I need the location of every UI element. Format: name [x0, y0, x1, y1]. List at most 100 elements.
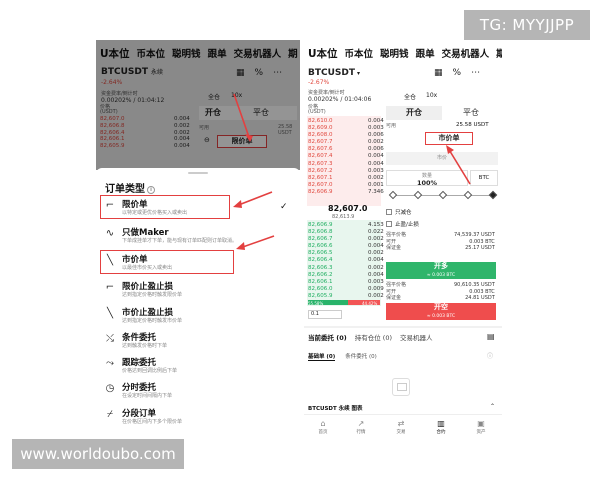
price-change: -2.67%	[308, 79, 330, 86]
right-top-tabs: U本位 币本位 聪明钱 跟单 交易机器人 期	[308, 46, 502, 61]
order-type-conditional[interactable]: ⤯ 条件委托 达到触发价格时下单	[104, 331, 294, 355]
order-tabs: 当前委托 (0) 持有仓位 (0) 交易机器人	[308, 332, 433, 342]
futures-icon: ▥	[437, 419, 445, 428]
empty-doc-icon	[397, 383, 407, 391]
order-type-limit-tpsl[interactable]: ⌐ 限价止盈止损 达到指定价格时触发限价单	[104, 280, 294, 304]
tab-options[interactable]: 期	[496, 46, 502, 61]
limit-tpsl-icon: ⌐	[105, 282, 115, 293]
subtab-basic[interactable]: 基础单 (0)	[308, 352, 336, 361]
subtab-conditional[interactable]: 条件委托 (0)	[345, 352, 377, 361]
more-icon[interactable]: ⋯	[471, 68, 480, 78]
tab-bots[interactable]: 交易机器人	[400, 332, 433, 342]
order-type-market-tpsl[interactable]: ╲ 市价止盈止损 达到指定价格时触发市价单	[104, 306, 294, 330]
arrow-to-dropdown-head	[245, 134, 253, 142]
tpsl-checkbox[interactable]: 止盈/止损	[386, 220, 419, 228]
order-subtabs: 基础单 (0) 条件委托 (0)	[308, 352, 377, 361]
checkbox-icon	[386, 209, 392, 215]
bottom-nav: ⌂ 首页 ↗ 行情 ⇄ 交易 ▥ 合约 ▣ 资产	[304, 414, 502, 440]
arrow-to-dropdown	[233, 93, 251, 141]
watermark-bottom: www.worldoubo.com	[12, 439, 184, 469]
ratio-sell: 44.42%	[362, 301, 378, 306]
open-short-button[interactable]: 开空 ≈ 0.003 BTC	[386, 303, 496, 320]
nav-futures[interactable]: ▥ 合约	[426, 419, 456, 435]
watermark-top: TG: MYYJJPP	[464, 10, 590, 40]
ask-prices: 82,610.0 82,609.0 82,608.0 82,607.7 82,6…	[308, 118, 333, 195]
order-history-icon[interactable]: ▤	[487, 332, 495, 341]
open-long-button[interactable]: 开多 ≈ 0.003 BTC	[386, 262, 496, 279]
trailing-order-icon: ⤳	[106, 358, 114, 369]
trade-icon: ⇄	[397, 419, 405, 428]
tab-smart-money[interactable]: 聪明钱	[380, 46, 409, 61]
slider-stop-0[interactable]	[388, 190, 398, 200]
checkbox-icon	[386, 221, 392, 227]
twap-order-icon: ◷	[105, 383, 115, 394]
tab-coin-margined[interactable]: 币本位	[345, 46, 374, 61]
highlight-market-order	[100, 250, 234, 274]
maker-only-icon: ∿	[105, 228, 115, 239]
annotation-arrows-left	[233, 93, 275, 250]
conditional-order-icon: ⤯	[106, 333, 114, 344]
annotation-arrow-right	[446, 145, 471, 185]
screenshot-canvas: U本位 币本位 聪明钱 跟单 交易机器人 期 BTCUSDT 永续 -2.64% …	[0, 0, 600, 480]
slider-stop-25[interactable]	[413, 190, 423, 200]
order-type-twap[interactable]: ◷ 分时委托 在设定时间间隔内下单	[104, 381, 294, 405]
tab-open[interactable]: 开仓	[386, 106, 442, 120]
order-type-trailing[interactable]: ⤳ 跟踪委托 价格达到回调比例后下单	[104, 356, 294, 380]
funding-value: 0.00202% / 01:04:06	[308, 96, 372, 103]
reduce-only-checkbox[interactable]: 只减仓	[386, 208, 412, 216]
arrow-to-limit-head	[233, 200, 242, 208]
tab-copy-trading[interactable]: 跟单	[416, 46, 435, 61]
bid-prices: 82,606.9 82,606.8 82,606.7 82,606.6 82,6…	[308, 222, 333, 299]
tab-positions[interactable]: 持有仓位 (0)	[355, 332, 392, 342]
margin-mode[interactable]: 全仓	[404, 92, 416, 101]
leverage[interactable]: 10x	[426, 92, 437, 99]
available-label: 可用	[386, 123, 397, 129]
highlight-limit-order	[100, 195, 230, 219]
nav-assets[interactable]: ▣ 资产	[466, 419, 496, 435]
nav-trade[interactable]: ⇄ 交易	[386, 419, 416, 435]
arrow-to-market-dropdown	[447, 147, 471, 185]
header-icons: ▦ % ⋯	[434, 68, 480, 78]
pair-selector[interactable]: BTCUSDT ▾	[308, 68, 360, 78]
ratio-buy: 55.58%	[308, 301, 324, 306]
arrow-to-market-head	[236, 242, 245, 250]
tab-u-margined[interactable]: U本位	[308, 46, 338, 61]
short-info-labels: 强平价格 可开 保证金	[386, 282, 407, 302]
bid-quantities: 4.153 0.022 0.002 0.004 0.002 0.004 0.00…	[368, 222, 384, 299]
long-info-labels: 强平价格 可开 保证金	[386, 232, 407, 252]
chart-toggle[interactable]: BTCUSDT 永续 图表	[308, 404, 363, 412]
scaled-order-icon: ⌿	[107, 409, 113, 420]
slider-stop-75[interactable]	[463, 190, 473, 200]
slider-knob[interactable]	[488, 190, 498, 200]
last-price[interactable]: 82,607.0	[328, 204, 367, 213]
market-tpsl-icon: ╲	[106, 308, 114, 319]
percent-icon[interactable]: %	[453, 68, 462, 78]
tab-trading-bot[interactable]: 交易机器人	[442, 46, 490, 61]
depth-selector[interactable]: 0.1	[308, 310, 342, 319]
ask-quantities: 0.004 0.003 0.006 0.002 0.006 0.004 0.00…	[368, 118, 384, 195]
section-divider	[304, 326, 502, 328]
right-phone-screen: U本位 币本位 聪明钱 跟单 交易机器人 期 BTCUSDT ▾ -2.67% ▦…	[304, 40, 502, 440]
order-type-scaled[interactable]: ⌿ 分段订单 在价格区间内下多个限价单	[104, 407, 294, 431]
col-unit-label: (USDT)	[308, 109, 326, 115]
tab-open-orders[interactable]: 当前委托 (0)	[308, 332, 347, 342]
arrow-to-market	[239, 235, 275, 249]
nav-market[interactable]: ↗ 行情	[346, 419, 376, 435]
market-icon: ↗	[357, 419, 365, 428]
tab-close[interactable]: 平仓	[446, 106, 496, 120]
nav-home[interactable]: ⌂ 首页	[308, 419, 338, 435]
check-icon: ✓	[280, 202, 288, 212]
sheet-title: 订单类型 i	[105, 180, 155, 195]
chevron-up-icon[interactable]: ⌃	[490, 403, 495, 410]
arrow-to-market-dropdown-head	[446, 145, 454, 154]
sheet-handle[interactable]	[188, 172, 208, 174]
assets-icon: ▣	[477, 419, 485, 428]
info-icon[interactable]: i	[147, 186, 155, 194]
calculator-icon[interactable]: ▦	[434, 68, 443, 78]
slider-stop-50[interactable]	[438, 190, 448, 200]
info-icon[interactable]: ⓘ	[487, 351, 493, 360]
funding-label: 资金费率/倒计时	[308, 90, 345, 96]
home-icon: ⌂	[320, 419, 326, 428]
chevron-down-icon: ▾	[357, 70, 361, 77]
long-info-values: 74,539.37 USDT 0.003 BTC 25.17 USDT	[454, 232, 495, 252]
